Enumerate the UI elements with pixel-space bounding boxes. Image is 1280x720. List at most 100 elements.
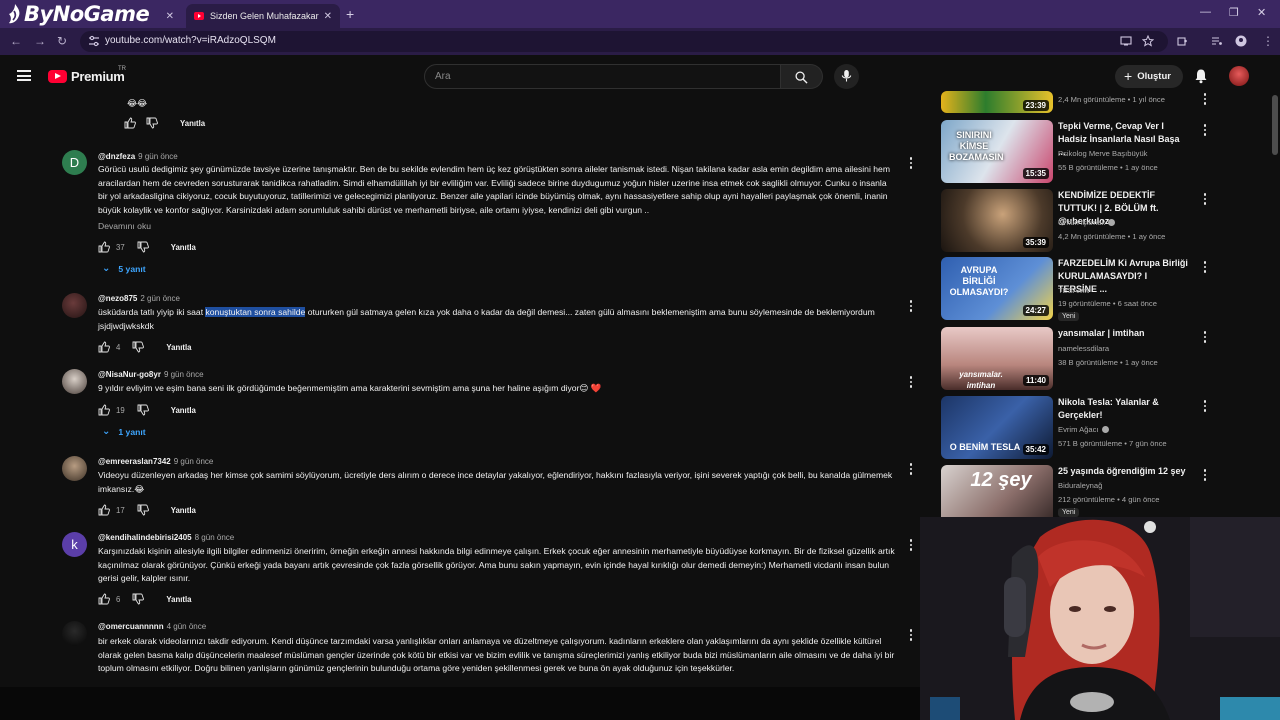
address-bar[interactable]: youtube.com/watch?v=iRAdzoQLSQM <box>80 31 1168 52</box>
dislike-icon[interactable] <box>137 241 149 253</box>
video-thumbnail[interactable]: 12 şey <box>941 465 1053 517</box>
recommendation-item[interactable]: O BENİM TESLA 35:42 Nikola Tesla: Yalanl… <box>941 396 1241 460</box>
author-handle[interactable]: @nezo875 <box>98 294 137 303</box>
forward-icon[interactable]: → <box>34 34 46 48</box>
window-close-icon[interactable]: ✕ <box>1257 6 1266 19</box>
video-thumbnail[interactable]: 23:39 <box>941 91 1053 113</box>
like-icon[interactable] <box>124 117 136 129</box>
comment-time[interactable]: 9 gün önce <box>164 370 204 379</box>
search-input[interactable]: Ara <box>424 64 781 89</box>
comment-avatar[interactable]: D <box>62 150 87 175</box>
author-handle[interactable]: @omercuannnnn <box>98 622 164 631</box>
like-icon[interactable] <box>98 341 110 353</box>
minimize-icon[interactable]: — <box>1200 6 1211 18</box>
comment-avatar[interactable] <box>62 456 87 481</box>
comment-time[interactable]: 2 gün önce <box>140 294 180 303</box>
channel-name[interactable]: TESAMtv <box>1058 286 1090 295</box>
comment-menu-icon[interactable] <box>909 157 913 169</box>
comment-avatar[interactable] <box>62 621 87 646</box>
channel-name[interactable]: namelessdilara <box>1058 344 1109 353</box>
video-menu-icon[interactable] <box>1203 469 1207 481</box>
recommendation-item[interactable]: AVRUPA BİRLİĞİ OLMASAYDI? 24:27 FARZEDEL… <box>941 257 1241 321</box>
video-menu-icon[interactable] <box>1203 261 1207 273</box>
tab-close-icon[interactable]: ✕ <box>166 11 174 22</box>
dislike-icon[interactable] <box>137 404 149 416</box>
dislike-icon[interactable] <box>146 117 158 129</box>
channel-name[interactable]: Evrim Ağacı <box>1058 425 1109 434</box>
browser-tab-active[interactable]: Sizden Gelen Muhafazakar Date ✕ <box>186 4 340 28</box>
new-tab-icon[interactable]: + <box>346 6 354 22</box>
comment-menu-icon[interactable] <box>909 629 913 641</box>
site-info-icon[interactable] <box>88 35 100 47</box>
view-replies-button[interactable]: ⌄ 1 yanıt <box>102 426 146 437</box>
guide-menu-icon[interactable] <box>17 70 31 81</box>
channel-name[interactable]: Biduraleynağ <box>1058 481 1102 490</box>
browser-menu-icon[interactable]: ⋮ <box>1262 34 1274 48</box>
video-title[interactable]: yansımalar | imtihan <box>1058 327 1188 340</box>
back-icon[interactable]: ← <box>10 34 22 48</box>
comment-menu-icon[interactable] <box>909 463 913 475</box>
comment-avatar[interactable] <box>62 293 87 318</box>
recommendation-item[interactable]: yansımalar. imtihan 11:40 yansımalar | i… <box>941 327 1241 391</box>
comment-author[interactable]: @nezo875 2 gün önce <box>98 294 180 303</box>
comment-time[interactable]: 9 gün önce <box>174 457 214 466</box>
author-handle[interactable]: @emreeraslan7342 <box>98 457 171 466</box>
video-thumbnail[interactable]: AVRUPA BİRLİĞİ OLMASAYDI? 24:27 <box>941 257 1053 320</box>
reply-button[interactable]: Yanıtla <box>171 243 196 252</box>
comment-author[interactable]: @dnzfeza 9 gün önce <box>98 152 178 161</box>
dislike-icon[interactable] <box>132 593 145 605</box>
like-icon[interactable] <box>98 504 110 516</box>
comment-author[interactable]: @omercuannnnn 4 gün önce <box>98 622 206 631</box>
video-thumbnail[interactable]: O BENİM TESLA 35:42 <box>941 396 1053 459</box>
extensions-icon[interactable] <box>1176 35 1188 47</box>
dislike-icon[interactable] <box>137 504 149 516</box>
bookmark-star-icon[interactable] <box>1142 35 1154 47</box>
restore-icon[interactable]: ❐ <box>1229 6 1239 19</box>
voice-search-button[interactable] <box>834 64 859 89</box>
reply-button[interactable]: Yanıtla <box>166 595 191 604</box>
reply-button[interactable]: Yanıtla <box>180 119 205 128</box>
dislike-icon[interactable] <box>132 341 145 353</box>
video-menu-icon[interactable] <box>1203 124 1207 136</box>
comment-time[interactable]: 8 gün önce <box>195 533 235 542</box>
media-controls-icon[interactable] <box>1211 35 1223 47</box>
channel-name[interactable]: Psikolog Merve Başıbüyük <box>1058 149 1147 158</box>
video-title[interactable]: Nikola Tesla: Yalanlar & Gerçekler! <box>1058 396 1188 422</box>
author-handle[interactable]: @dnzfeza <box>98 152 135 161</box>
like-icon[interactable] <box>98 593 110 605</box>
create-button[interactable]: + Oluştur <box>1115 65 1183 88</box>
comment-avatar[interactable]: k <box>62 532 87 557</box>
reply-button[interactable]: Yanıtla <box>171 406 196 415</box>
video-menu-icon[interactable] <box>1203 331 1207 343</box>
video-title[interactable]: 25 yaşında öğrendiğim 12 şey <box>1058 465 1188 478</box>
recommendation-item[interactable]: 35:39 KENDİMİZE DEDEKTİF TUTTUK! | 2. BÖ… <box>941 189 1241 253</box>
comment-author[interactable]: @kendihalindebirisi2405 8 gün önce <box>98 533 234 542</box>
video-menu-icon[interactable] <box>1203 193 1207 205</box>
comment-author[interactable]: @NisaNur-go8yr 9 gün önce <box>98 370 204 379</box>
video-thumbnail[interactable]: 35:39 <box>941 189 1053 252</box>
comment-menu-icon[interactable] <box>909 539 913 551</box>
recommendation-item[interactable]: SINIRINI KİMSE BOZAMASIN 15:35 Tepki Ver… <box>941 120 1241 184</box>
account-avatar[interactable] <box>1229 66 1249 86</box>
reload-icon[interactable]: ↻ <box>57 34 67 48</box>
scrollbar-thumb[interactable] <box>1272 95 1278 155</box>
video-menu-icon[interactable] <box>1203 400 1207 412</box>
browser-tab-inactive[interactable]: ✕ <box>118 4 182 28</box>
comment-author[interactable]: @emreeraslan7342 9 gün önce <box>98 457 213 466</box>
profile-icon[interactable] <box>1235 35 1247 47</box>
view-replies-button[interactable]: ⌄ 5 yanıt <box>102 263 146 274</box>
recommendation-item[interactable]: 12 şey 25 yaşında öğrendiğim 12 şey Bidu… <box>941 465 1241 517</box>
comment-time[interactable]: 9 gün önce <box>138 152 178 161</box>
tab-close-icon[interactable]: ✕ <box>324 11 332 22</box>
reply-button[interactable]: Yanıtla <box>171 506 196 515</box>
search-button[interactable] <box>781 64 823 89</box>
read-more-link[interactable]: Devamını oku <box>98 221 151 231</box>
like-icon[interactable] <box>98 404 110 416</box>
comment-menu-icon[interactable] <box>909 376 913 388</box>
video-thumbnail[interactable]: yansımalar. imtihan 11:40 <box>941 327 1053 390</box>
reply-button[interactable]: Yanıtla <box>166 343 191 352</box>
comment-menu-icon[interactable] <box>909 300 913 312</box>
page-scrollbar[interactable] <box>1270 55 1280 517</box>
comment-time[interactable]: 4 gün önce <box>167 622 207 631</box>
video-thumbnail[interactable]: SINIRINI KİMSE BOZAMASIN 15:35 <box>941 120 1053 183</box>
